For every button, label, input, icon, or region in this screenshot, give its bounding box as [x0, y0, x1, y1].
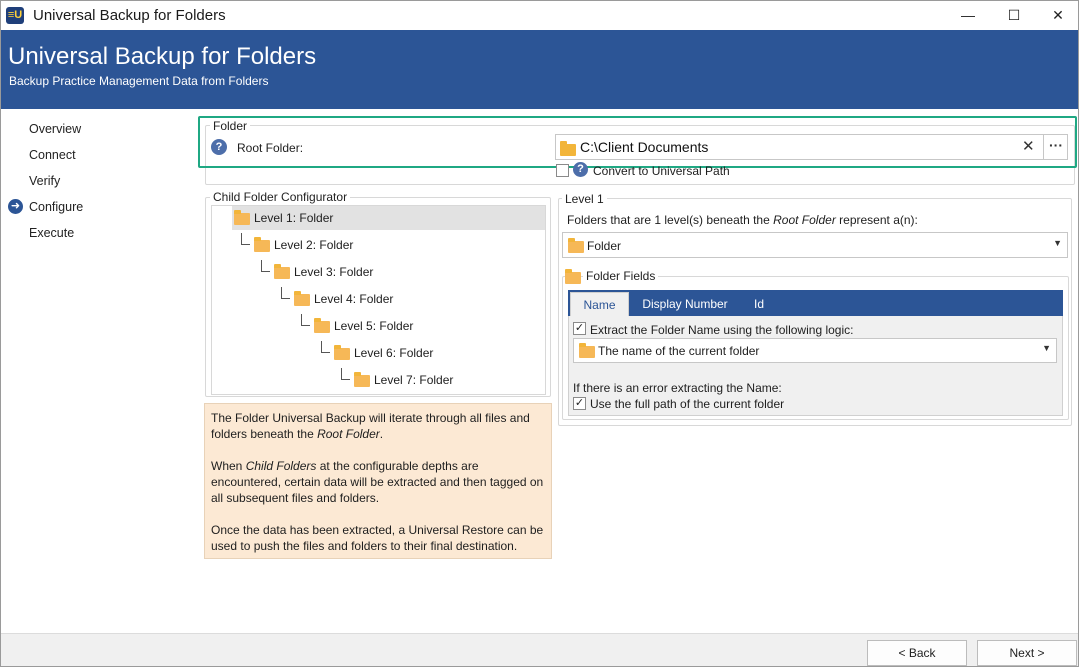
tab-display-number[interactable]: Display Number	[634, 292, 736, 316]
level-group-title: Level 1	[562, 192, 607, 206]
nav-item-connect[interactable]: Connect	[29, 148, 76, 162]
level-description-emphasis: Root Folder	[773, 213, 836, 227]
folder-fields-title: Folder Fields	[583, 269, 659, 283]
error-label: If there is an error extracting the Name…	[573, 381, 782, 395]
convert-universal-checkbox[interactable]	[556, 164, 569, 177]
tree-item-label: Level 2: Folder	[274, 238, 354, 252]
tree-item-level-3[interactable]: Level 3: Folder	[272, 260, 472, 284]
tree-connector	[261, 260, 270, 272]
tree-item-level-4[interactable]: Level 4: Folder	[292, 287, 492, 311]
nav-item-configure[interactable]: Configure	[29, 200, 83, 214]
tree-item-level-1[interactable]: Level 1: Folder	[232, 206, 545, 230]
footer-bar: < Back Next >	[1, 633, 1078, 666]
tree-item-label: Level 1: Folder	[254, 211, 334, 225]
nav-item-verify[interactable]: Verify	[29, 174, 60, 188]
field-tabs: Name Display Number Id	[568, 290, 1063, 316]
browse-button[interactable]: ···	[1043, 135, 1068, 159]
next-button[interactable]: Next >	[977, 640, 1077, 666]
tree-connector	[321, 341, 330, 353]
tree-connector	[241, 233, 250, 245]
tab-id[interactable]: Id	[744, 292, 774, 316]
info-text: When	[211, 459, 246, 473]
info-paragraph-3: Once the data has been extracted, a Univ…	[211, 523, 544, 553]
tree-item-level-7[interactable]: Level 7: Folder	[352, 368, 542, 392]
nav-item-execute[interactable]: Execute	[29, 226, 74, 240]
tree-connector	[301, 314, 310, 326]
level-description-text: represent a(n):	[835, 213, 918, 227]
tree-item-level-5[interactable]: Level 5: Folder	[312, 314, 512, 338]
header-banner: Universal Backup for Folders Backup Prac…	[1, 30, 1078, 109]
root-folder-label: Root Folder:	[237, 141, 304, 155]
folder-open-icon	[565, 269, 581, 284]
folder-open-icon	[568, 238, 584, 253]
page-subtitle: Backup Practice Management Data from Fol…	[9, 74, 269, 88]
child-config-title: Child Folder Configurator	[210, 190, 351, 204]
info-paragraph-2: When Child Folders at the configurable d…	[211, 458, 545, 506]
app-window: ≡U Universal Backup for Folders — ☐ ✕ Un…	[0, 0, 1079, 667]
current-step-arrow-icon: ➜	[8, 199, 23, 214]
level-description-text: Folders that are 1 level(s) beneath the	[567, 213, 774, 227]
extract-logic-select[interactable]: The name of the current folder ▼	[573, 338, 1057, 363]
info-box: The Folder Universal Backup will iterate…	[204, 403, 552, 559]
info-text: .	[379, 427, 384, 441]
level-type-select[interactable]: Folder ▼	[562, 232, 1068, 258]
info-paragraph-1: The Folder Universal Backup will iterate…	[211, 410, 545, 442]
info-emphasis: Child Folders	[245, 459, 317, 473]
clear-icon[interactable]: ✕	[1022, 137, 1035, 155]
app-logo-icon: ≡U	[6, 7, 24, 24]
page-title: Universal Backup for Folders	[8, 43, 317, 70]
maximize-button[interactable]: ☐	[991, 1, 1037, 30]
window-title: Universal Backup for Folders	[33, 7, 226, 24]
title-bar: ≡U Universal Backup for Folders — ☐ ✕	[1, 1, 1078, 30]
tree-item-level-2[interactable]: Level 2: Folder	[252, 233, 452, 257]
folder-open-icon	[334, 345, 350, 360]
root-folder-input[interactable]: C:\Client Documents ✕ ···	[555, 134, 1068, 160]
level-description: Folders that are 1 level(s) beneath the …	[567, 213, 918, 227]
folder-open-icon	[234, 210, 250, 225]
tree-item-label: Level 4: Folder	[314, 292, 394, 306]
minimize-button[interactable]: —	[945, 1, 991, 30]
tab-name[interactable]: Name	[570, 292, 629, 316]
convert-universal-label: Convert to Universal Path	[593, 164, 730, 178]
level-type-value: Folder	[587, 239, 622, 253]
convert-help-icon[interactable]: ?	[573, 162, 588, 177]
back-button[interactable]: < Back	[867, 640, 967, 666]
tree-item-level-6[interactable]: Level 6: Folder	[332, 341, 532, 365]
folder-icon	[560, 141, 576, 156]
tree-connector	[281, 287, 290, 299]
chevron-down-icon: ▼	[1042, 343, 1051, 353]
info-emphasis: Root Folder	[317, 427, 380, 441]
root-folder-value: C:\Client Documents	[580, 139, 709, 155]
extract-name-checkbox[interactable]: ✓	[573, 322, 586, 335]
chevron-down-icon: ▼	[1053, 238, 1062, 248]
extract-name-label: Extract the Folder Name using the follow…	[590, 323, 854, 337]
extract-logic-value: The name of the current folder	[598, 344, 760, 358]
tree-item-label: Level 6: Folder	[354, 346, 434, 360]
tree-item-label: Level 3: Folder	[294, 265, 374, 279]
folder-open-icon	[314, 318, 330, 333]
use-full-path-label: Use the full path of the current folder	[590, 397, 785, 411]
use-full-path-checkbox[interactable]: ✓	[573, 397, 586, 410]
close-button[interactable]: ✕	[1035, 1, 1078, 30]
folder-open-icon	[254, 237, 270, 252]
folder-open-icon	[354, 372, 370, 387]
tree-connector	[341, 368, 350, 380]
tree-item-label: Level 5: Folder	[334, 319, 414, 333]
folder-open-icon	[294, 291, 310, 306]
nav-item-overview[interactable]: Overview	[29, 122, 81, 136]
root-folder-help-icon[interactable]: ?	[211, 139, 227, 155]
folder-open-icon	[579, 343, 595, 358]
folder-open-icon	[274, 264, 290, 279]
tree-item-label: Level 7: Folder	[374, 373, 454, 387]
